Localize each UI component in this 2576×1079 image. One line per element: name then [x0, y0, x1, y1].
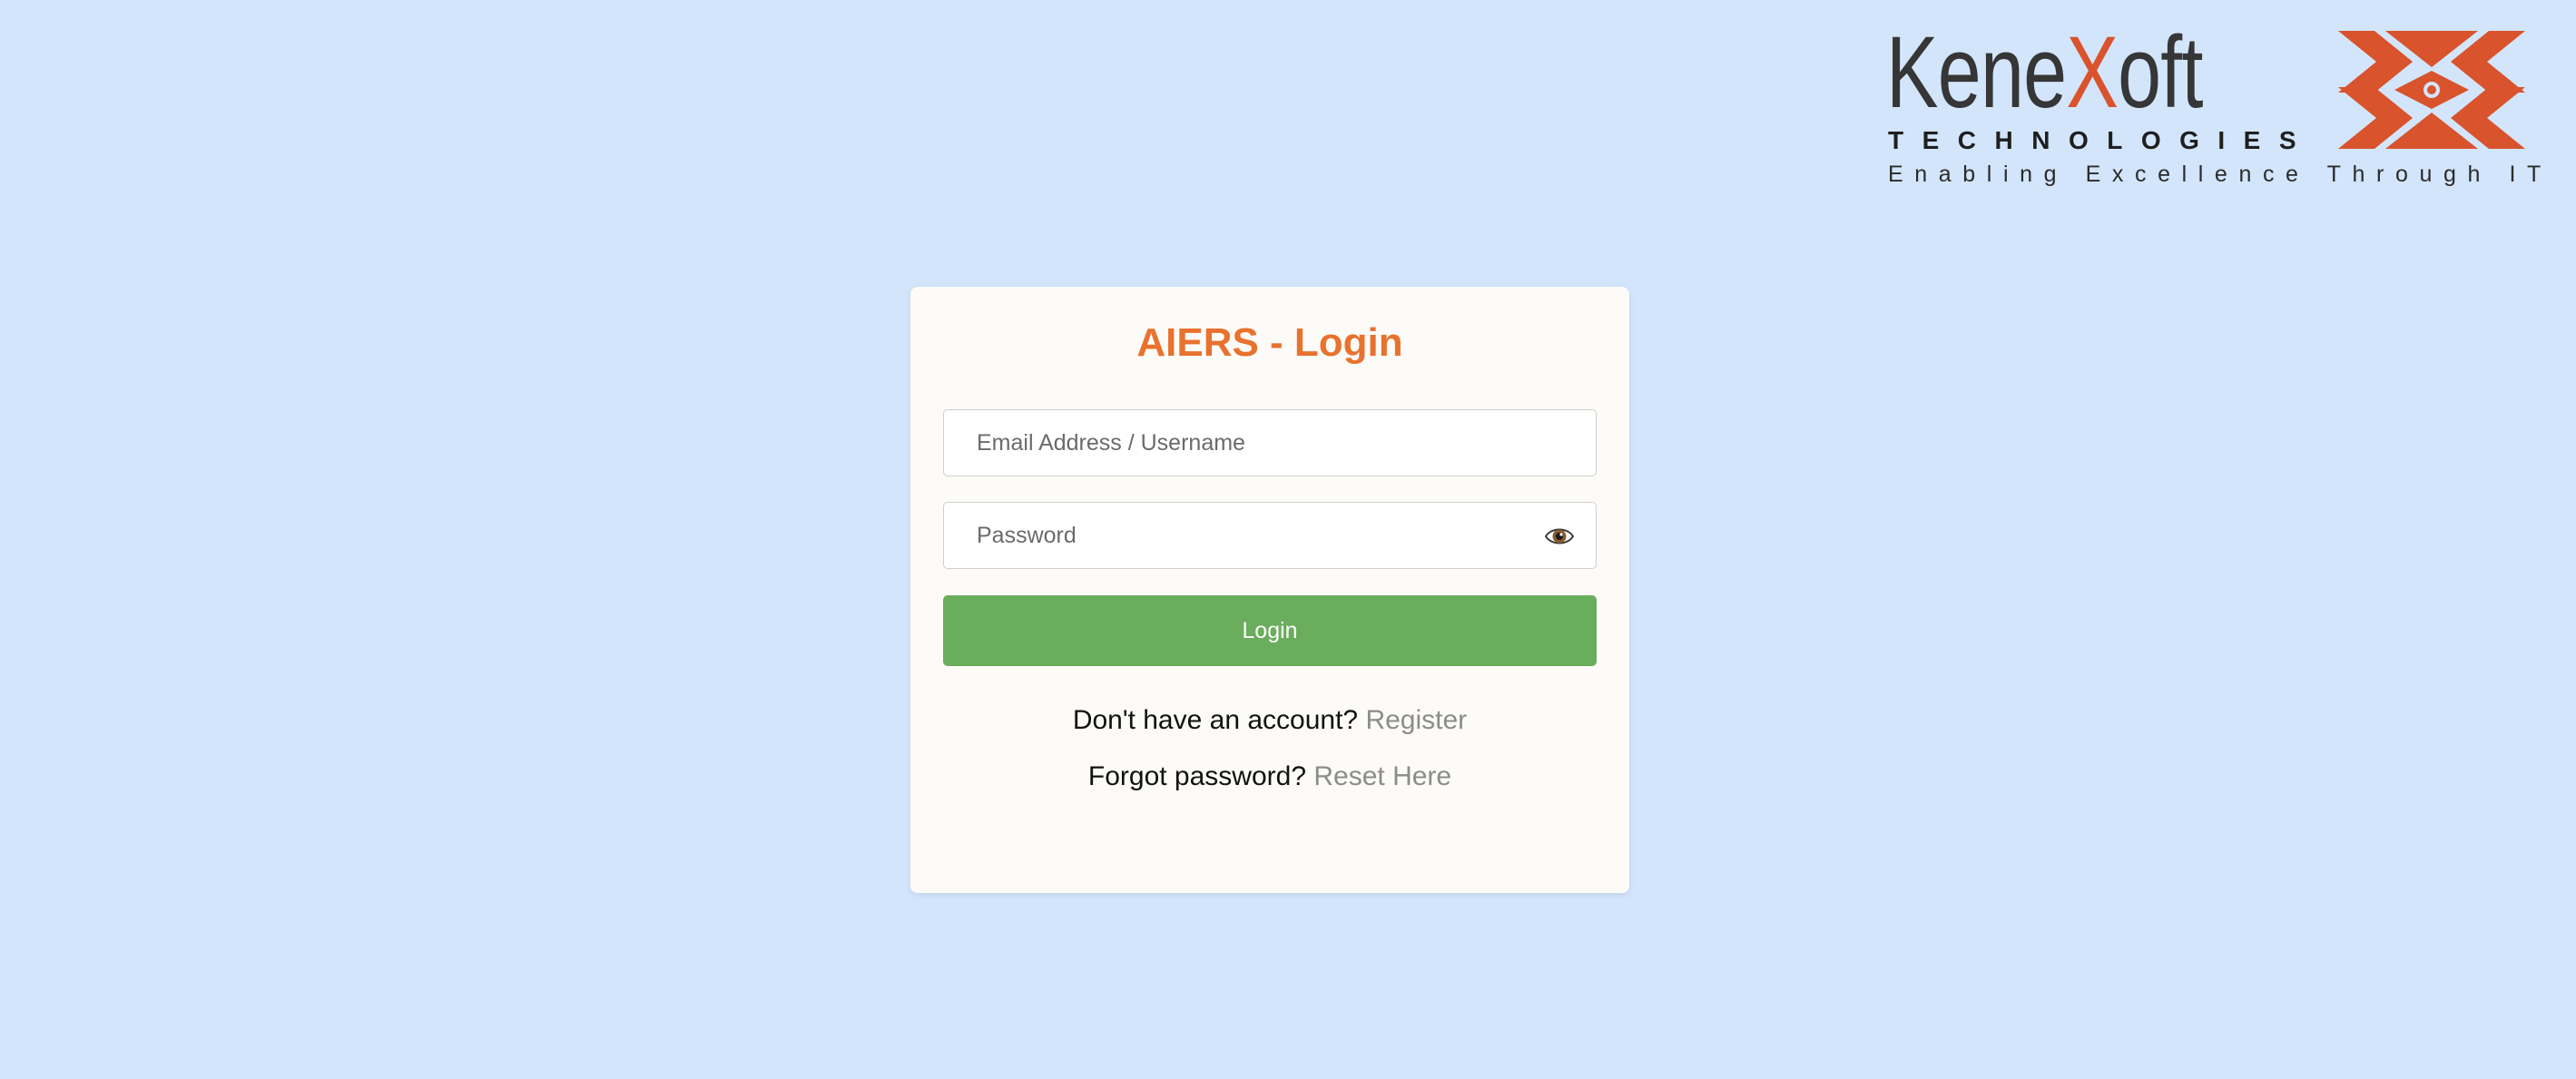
- brand-wordmark-x: X: [2066, 15, 2119, 129]
- password-field-container: [943, 502, 1597, 569]
- page-title: AIERS - Login: [1136, 320, 1403, 365]
- brand-subtitle: TECHNOLOGIES: [1888, 126, 2315, 154]
- password-field[interactable]: [944, 503, 1596, 568]
- brand-wordmark: KeneXoft: [1886, 22, 2203, 123]
- reset-line: Forgot password? Reset Here: [910, 760, 1629, 793]
- login-button[interactable]: Login: [943, 595, 1597, 666]
- login-card: AIERS - Login Login Don't have an accoun…: [910, 287, 1629, 893]
- register-prompt: Don't have an account?: [1072, 705, 1359, 735]
- brand-wordmark-suffix: oft: [2118, 15, 2203, 129]
- brand-logo: KeneXoft TECHNOLOGIES Enabling Excellenc…: [1884, 22, 2541, 189]
- reset-password-link[interactable]: Reset Here: [1313, 761, 1451, 791]
- email-field[interactable]: [944, 410, 1596, 476]
- register-line: Don't have an account? Register: [910, 704, 1629, 737]
- logo-mark-icon: [2338, 31, 2525, 149]
- register-link[interactable]: Register: [1365, 705, 1467, 735]
- brand-tagline: Enabling Excellence Through IT: [1888, 162, 2552, 187]
- brand-wordmark-prefix: Kene: [1886, 15, 2067, 129]
- eye-icon[interactable]: [1545, 525, 1574, 548]
- email-field-container: [943, 409, 1597, 476]
- reset-prompt: Forgot password?: [1087, 761, 1307, 791]
